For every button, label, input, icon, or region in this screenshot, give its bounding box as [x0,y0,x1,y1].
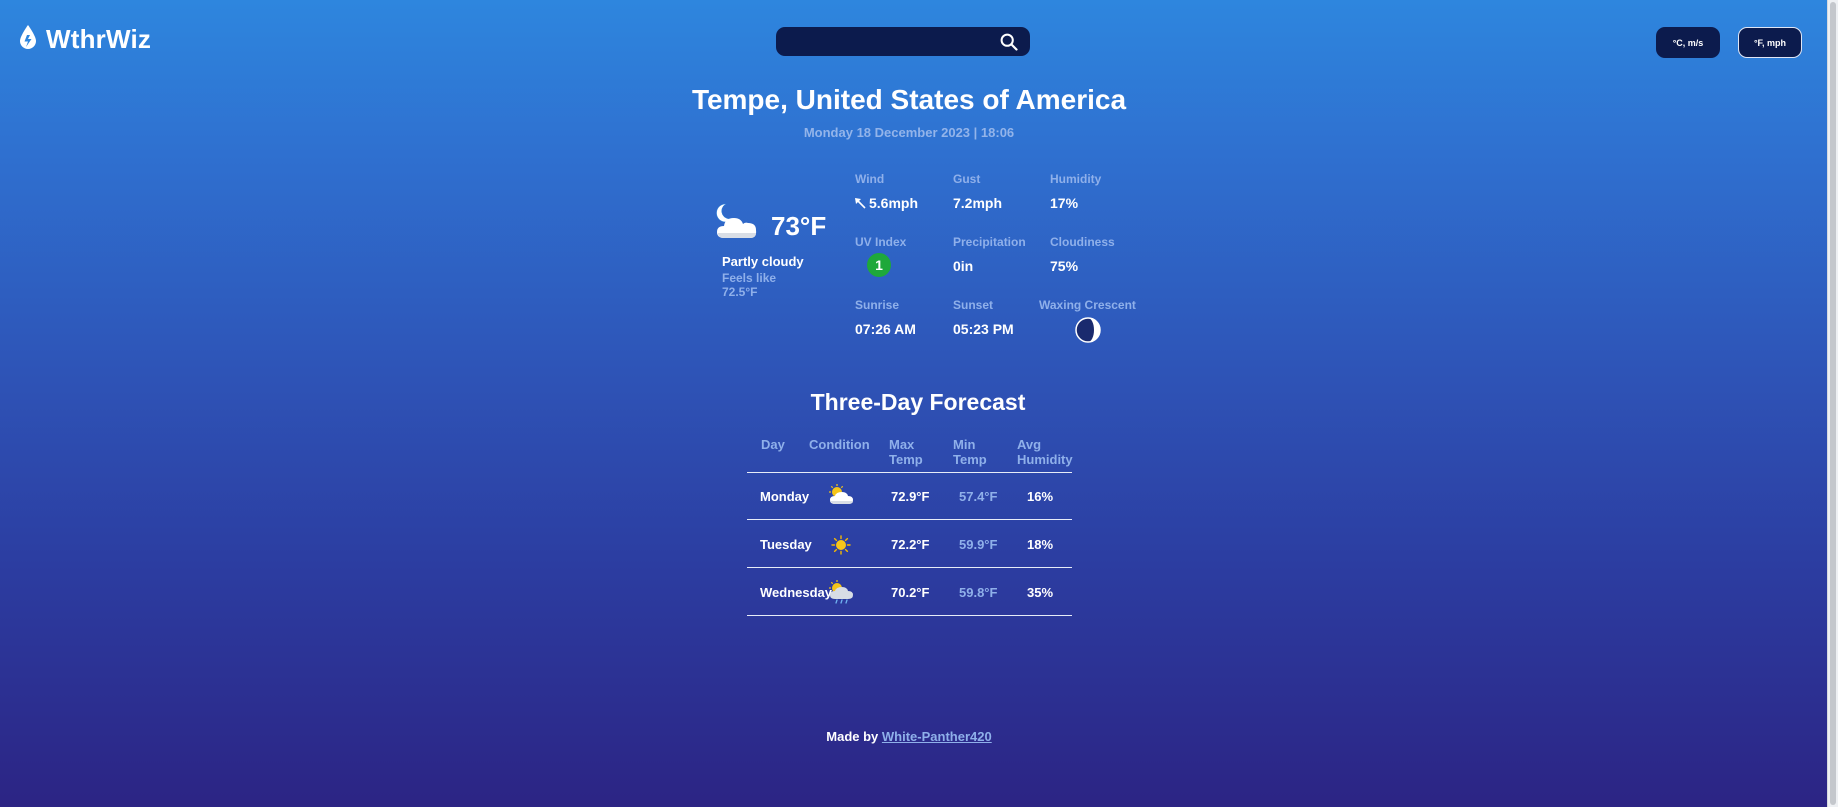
humidity-value: 17% [1050,195,1079,211]
header-condition: Condition [809,437,870,452]
row-day: Wednesday [760,585,833,600]
gust-label: Gust [953,172,981,186]
wind-value: 5.6mph [869,195,919,211]
partly-cloudy-icon [827,484,855,511]
gust-value: 7.2mph [953,195,1003,211]
row-max-temp: 72.2°F [891,537,930,552]
row-min-temp: 59.8°F [959,585,998,600]
row-divider [747,519,1072,520]
sunrise-value: 07:26 AM [855,321,916,337]
sunset-label: Sunset [953,298,994,312]
wind-label: Wind [855,172,885,186]
location-title: Tempe, United States of America [691,84,1127,115]
row-min-temp: 57.4°F [959,489,998,504]
footer: Made by White-Panther420 [0,729,1838,744]
search-input[interactable] [786,31,990,54]
sunny-icon [831,535,851,560]
author-link[interactable]: White-Panther420 [882,729,992,744]
precipitation-label: Precipitation [953,235,1026,249]
moon-phase-icon [1075,317,1101,348]
cloudiness-value: 75% [1050,258,1079,274]
feels-like-value: 72.5°F [722,285,758,299]
row-min-temp: 59.9°F [959,537,998,552]
feels-like-label: Feels like [722,271,777,285]
header-day: Day [761,437,785,452]
datetime-wrap: Monday 18 December 2023 | 18:06 [0,125,1838,140]
metric-units-button[interactable]: °C, m/s [1656,27,1720,58]
sunrise-label: Sunrise [855,298,900,312]
uv-index-badge: 1 [867,253,891,277]
row-avg-humidity: 35% [1027,585,1054,600]
partly-cloudy-night-icon [714,202,760,247]
drop-icon [18,24,38,55]
row-avg-humidity: 16% [1027,489,1054,504]
row-avg-humidity: 18% [1027,537,1054,552]
row-max-temp: 72.9°F [891,489,930,504]
uv-index-label: UV Index [855,235,907,249]
patchy-rain-icon [827,580,855,609]
row-divider [747,567,1072,568]
feels-like: Feels like 72.5°F [722,271,776,299]
header-min-temp: Min Temp [953,437,987,467]
vertical-scrollbar[interactable] [1827,0,1838,807]
forecast-title-wrap: Three-Day Forecast [0,389,1838,416]
scrollbar-thumb[interactable] [1830,2,1836,805]
moon-phase-label: Waxing Crescent [1039,298,1136,312]
app-logo[interactable]: WthrWiz [18,24,151,55]
forecast-title: Three-Day Forecast [810,389,1026,415]
footer-text: Made by White-Panther420 [826,729,991,744]
row-divider [747,615,1072,616]
precipitation-value: 0in [953,258,974,274]
app-name: WthrWiz [46,24,152,54]
current-condition: Partly cloudy [722,254,804,269]
search-bar [776,27,1030,56]
row-day: Tuesday [760,537,812,552]
sunset-value: 05:23 PM [953,321,1014,337]
table-divider [747,472,1072,473]
location-title-wrap: Tempe, United States of America [0,84,1838,116]
cloudiness-label: Cloudiness [1050,235,1115,249]
current-temperature: 73°F [771,211,827,241]
footer-prefix: Made by [826,729,879,744]
header-max-temp: Max Temp [889,437,923,467]
imperial-units-button[interactable]: °F, mph [1738,27,1802,58]
header-avg-humidity: Avg Humidity [1017,437,1073,467]
row-max-temp: 70.2°F [891,585,930,600]
row-day: Monday [760,489,810,504]
humidity-label: Humidity [1050,172,1102,186]
wind-direction-arrow-icon [854,196,866,214]
local-datetime: Monday 18 December 2023 | 18:06 [803,125,1015,140]
search-icon[interactable] [1000,33,1018,56]
